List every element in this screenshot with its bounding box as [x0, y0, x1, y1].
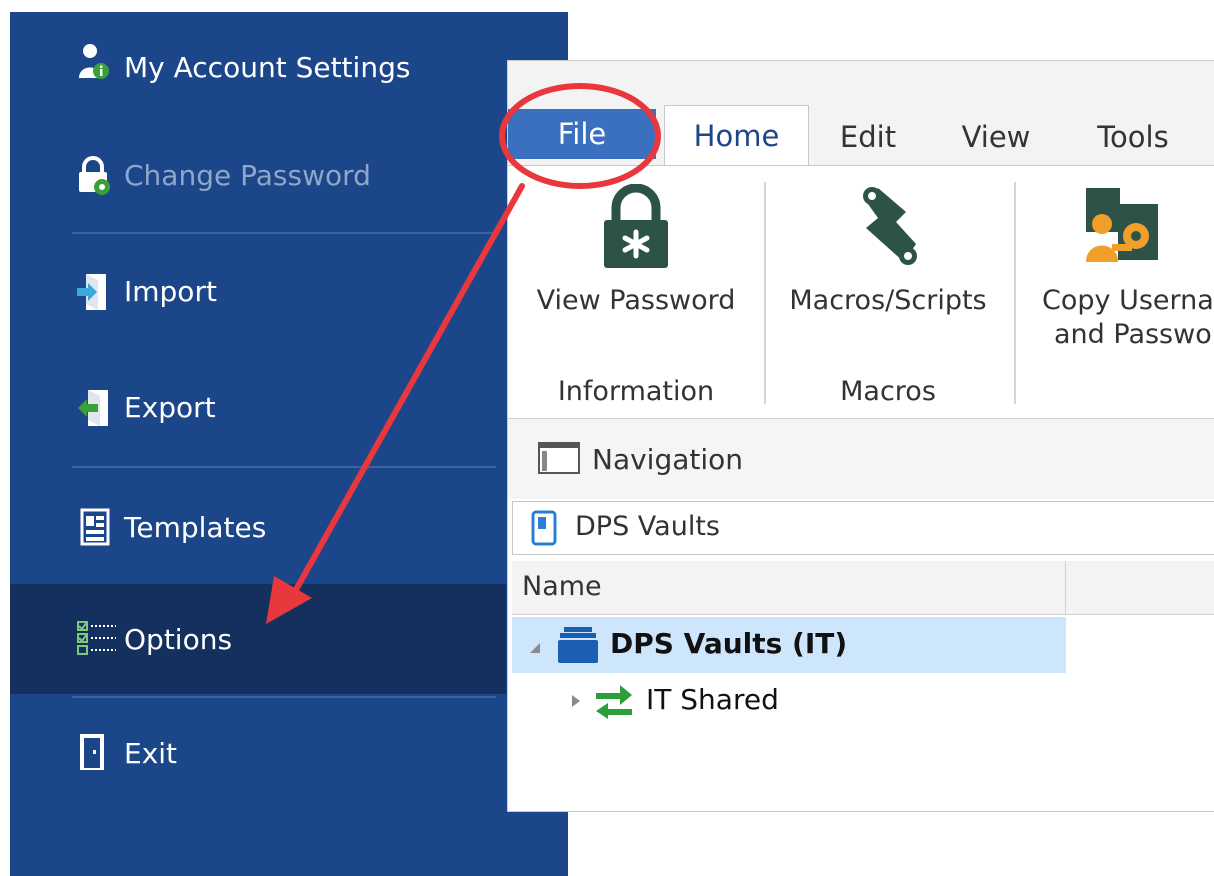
collapsed-triangle-icon[interactable] — [568, 693, 584, 709]
menu-item-label: Export — [124, 390, 216, 424]
scroll-icon — [863, 187, 917, 265]
menu-item-my-account-settings[interactable]: My Account Settings — [10, 12, 500, 122]
column-header-name[interactable]: Name — [512, 561, 1066, 615]
menu-item-label: Options — [124, 622, 233, 656]
menu-item-export[interactable]: Export — [10, 352, 500, 462]
breadcrumb-label: DPS Vaults — [575, 511, 720, 542]
navigation-header[interactable]: Navigation — [508, 419, 1214, 499]
templates-icon — [80, 508, 110, 546]
menu-separator — [72, 232, 496, 234]
user-info-icon — [79, 44, 109, 79]
backstage-menu: My Account Settings Change Password Impo… — [10, 12, 568, 876]
menu-item-change-password[interactable]: Change Password — [10, 120, 500, 230]
ribbon-button-label: Copy Userna — [1042, 285, 1214, 316]
ribbon-tab-bar: File Home Edit View Tools — [508, 61, 1214, 165]
menu-item-exit[interactable]: Exit — [10, 698, 500, 808]
tab-view[interactable]: View — [948, 109, 1044, 165]
app-window: File Home Edit View Tools View Password — [507, 60, 1214, 812]
ribbon-button-label: Macros/Scripts — [789, 285, 987, 316]
navigation-pane-icon — [538, 442, 580, 474]
lock-gear-icon — [79, 156, 110, 195]
menu-item-label: Exit — [124, 736, 178, 770]
sync-arrows-icon — [596, 685, 632, 719]
ribbon-button-label: and Passwo — [1054, 319, 1212, 350]
copy-username-password-button[interactable]: Copy Userna and Passwo — [1032, 166, 1214, 350]
export-icon — [78, 390, 108, 426]
menu-item-templates[interactable]: Templates — [10, 472, 500, 582]
tab-tools[interactable]: Tools — [1080, 109, 1186, 165]
database-stack-icon — [558, 627, 598, 663]
tree-row[interactable]: DPS Vaults (IT) — [512, 617, 1066, 673]
ribbon-group-label-information: Information — [557, 376, 715, 407]
tree-row-label: DPS Vaults (IT) — [610, 627, 848, 660]
padlock-asterisk-icon — [604, 184, 668, 268]
grid-header: Name — [512, 561, 1214, 615]
menu-item-label: Change Password — [124, 158, 371, 192]
tab-home[interactable]: Home — [664, 105, 809, 165]
navigation-label: Navigation — [592, 442, 744, 476]
tree-row[interactable]: IT Shared — [512, 673, 1066, 729]
menu-item-label: Import — [124, 274, 217, 308]
menu-item-options[interactable]: Options — [10, 584, 506, 694]
ribbon-group-label-macros: Macros — [840, 376, 936, 407]
tab-edit[interactable]: Edit — [820, 109, 916, 165]
view-password-button[interactable]: View Password — [526, 166, 746, 336]
menu-item-label: Templates — [124, 510, 267, 544]
menu-item-label: My Account Settings — [124, 50, 411, 84]
exit-door-icon — [80, 734, 104, 770]
vault-phone-icon — [531, 510, 557, 546]
options-checklist-icon — [77, 621, 116, 655]
ribbon-separator — [1014, 182, 1016, 404]
ribbon-panel: View Password Macros/Scripts Copy Userna… — [508, 165, 1214, 419]
breadcrumb[interactable]: DPS Vaults — [512, 501, 1214, 555]
tab-file[interactable]: File — [508, 109, 656, 159]
menu-item-import[interactable]: Import — [10, 236, 500, 346]
ribbon-separator — [764, 182, 766, 404]
ribbon-button-label: View Password — [536, 285, 736, 316]
expanded-triangle-icon[interactable] — [528, 639, 544, 655]
tree-row-label: IT Shared — [646, 683, 779, 716]
copy-credentials-icon — [1086, 188, 1158, 262]
macros-scripts-button[interactable]: Macros/Scripts — [778, 166, 998, 336]
menu-separator — [72, 466, 496, 468]
import-icon — [77, 274, 106, 310]
